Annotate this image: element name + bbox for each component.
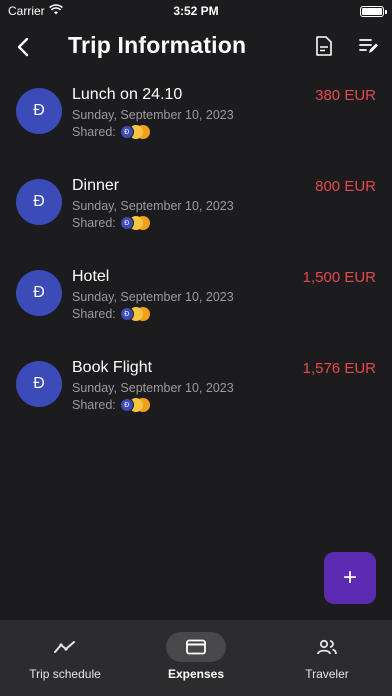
card-icon (186, 639, 206, 655)
shared-row: Shared: Đ (72, 307, 152, 321)
tab-icon-wrap (297, 632, 357, 662)
edit-list-button[interactable] (357, 34, 381, 58)
edit-list-icon (359, 39, 378, 53)
shared-row: Shared: Đ (72, 125, 152, 139)
status-bar: Carrier 3:52 PM (0, 0, 392, 22)
shared-avatar: Đ (119, 125, 134, 139)
shared-avatars: Đ (119, 307, 152, 321)
carrier-label: Carrier (8, 4, 45, 18)
expense-item[interactable]: Đ Book Flight 1,576 EUR Sunday, Septembe… (0, 345, 392, 436)
expense-amount: 380 EUR (315, 87, 376, 104)
shared-label: Shared: (72, 307, 116, 321)
tab-label: Trip schedule (29, 667, 101, 681)
shared-label: Shared: (72, 216, 116, 230)
expense-title: Dinner (72, 177, 120, 194)
shared-avatars: Đ (119, 216, 152, 230)
expense-amount: 800 EUR (315, 178, 376, 195)
tab-icon-wrap (166, 632, 226, 662)
tab-bar: Trip schedule Expenses Traveler (0, 620, 392, 696)
expense-amount: 1,500 EUR (302, 269, 376, 286)
shared-avatars: Đ (119, 125, 152, 139)
expense-item[interactable]: Đ Lunch on 24.10 380 EUR Sunday, Septemb… (0, 72, 392, 163)
trend-line-icon (54, 641, 75, 653)
tab-expenses[interactable]: Expenses (131, 632, 261, 681)
expense-title: Book Flight (72, 359, 153, 376)
expense-amount: 1,576 EUR (302, 360, 376, 377)
expense-date: Sunday, September 10, 2023 (72, 108, 234, 122)
shared-avatar: Đ (119, 398, 134, 412)
shared-label: Shared: (72, 398, 116, 412)
expense-avatar: Đ (16, 270, 62, 316)
expense-title: Lunch on 24.10 (72, 86, 183, 103)
expense-avatar: Đ (16, 179, 62, 225)
shared-avatar: Đ (119, 216, 134, 230)
back-button[interactable] (12, 34, 34, 60)
expense-item[interactable]: Đ Dinner 800 EUR Sunday, September 10, 2… (0, 163, 392, 254)
shared-avatar: Đ (119, 307, 134, 321)
add-expense-button[interactable]: + (324, 552, 376, 604)
expense-avatar: Đ (16, 361, 62, 407)
expense-avatar: Đ (16, 88, 62, 134)
expense-date: Sunday, September 10, 2023 (72, 199, 234, 213)
status-left: Carrier (8, 4, 63, 18)
shared-row: Shared: Đ (72, 216, 152, 230)
document-icon (316, 36, 332, 56)
tab-traveler[interactable]: Traveler (262, 632, 392, 681)
expense-item[interactable]: Đ Hotel 1,500 EUR Sunday, September 10, … (0, 254, 392, 345)
chevron-left-icon (17, 37, 29, 57)
document-button[interactable] (312, 34, 336, 58)
shared-avatars: Đ (119, 398, 152, 412)
battery-icon (360, 5, 387, 17)
expense-title: Hotel (72, 268, 110, 285)
nav-header: Trip Information (0, 22, 392, 72)
expense-date: Sunday, September 10, 2023 (72, 381, 234, 395)
tab-label: Expenses (167, 667, 225, 681)
page-title: Trip Information (68, 32, 247, 58)
expense-list: Đ Lunch on 24.10 380 EUR Sunday, Septemb… (0, 72, 392, 436)
tab-trip-schedule[interactable]: Trip schedule (0, 632, 130, 681)
tab-label: Traveler (305, 667, 349, 681)
wifi-icon (48, 4, 63, 18)
expense-date: Sunday, September 10, 2023 (72, 290, 234, 304)
tab-icon-wrap (35, 632, 95, 662)
shared-label: Shared: (72, 125, 116, 139)
shared-row: Shared: Đ (72, 398, 152, 412)
plus-icon: + (342, 564, 357, 591)
people-icon (317, 639, 337, 655)
